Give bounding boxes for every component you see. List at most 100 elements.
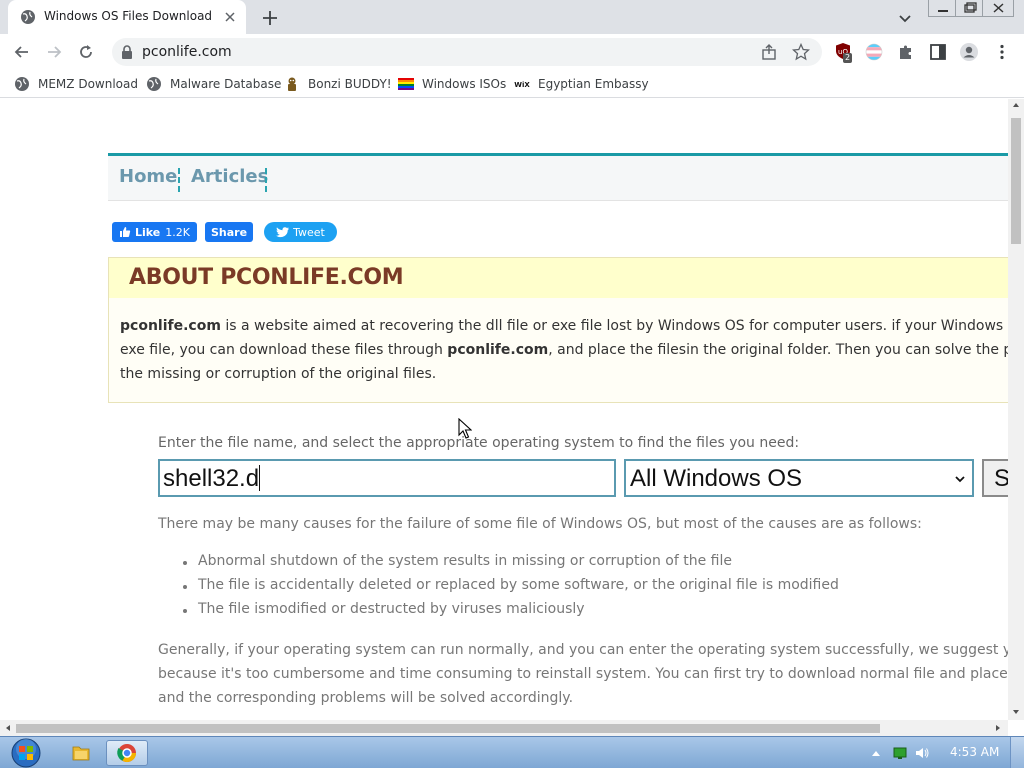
- chrome-icon: [117, 744, 136, 763]
- scroll-left-arrow-icon[interactable]: [4, 724, 12, 732]
- about-line-3: the missing or corruption of the origina…: [120, 366, 437, 382]
- list-item: The file ismodified or destructed by vir…: [198, 601, 585, 617]
- bookmark-malware-database[interactable]: Malware Database: [146, 75, 281, 93]
- puzzle-extensions-icon[interactable]: [896, 42, 916, 62]
- tweet-label: Tweet: [293, 225, 325, 239]
- nav-link-home[interactable]: Home: [119, 166, 177, 187]
- close-window-button[interactable]: [982, 0, 1014, 17]
- reload-icon[interactable]: [76, 42, 96, 62]
- mouse-cursor-icon: [458, 418, 472, 439]
- site-nav: Home Articles: [108, 153, 1008, 201]
- search-hint: Enter the file name, and select the appr…: [158, 435, 800, 451]
- browser-toolbar: pconlife.com uO 2: [0, 34, 1024, 70]
- share-icon[interactable]: [760, 43, 778, 61]
- minimize-button[interactable]: [928, 0, 956, 17]
- os-select-value: All Windows OS: [630, 465, 803, 492]
- advice-line-2: because it's too cumbersome and time con…: [158, 666, 1008, 682]
- globe-icon: [147, 77, 161, 91]
- about-heading: ABOUT PCONLIFE.COM: [129, 265, 404, 290]
- forward-arrow-icon[interactable]: [44, 42, 64, 62]
- close-tab-icon[interactable]: [222, 9, 238, 25]
- list-bullet: [183, 609, 187, 613]
- bookmark-egyptian-embassy[interactable]: WiX Egyptian Embassy: [514, 75, 649, 93]
- tab-search-chevron-icon[interactable]: [896, 9, 914, 27]
- wix-icon: WiX: [514, 81, 530, 89]
- back-arrow-icon[interactable]: [12, 42, 32, 62]
- browser-tab[interactable]: Windows OS Files Download: [8, 0, 246, 34]
- about-line-1: is a website aimed at recovering the dll…: [220, 318, 1008, 334]
- search-button-label: S: [994, 465, 1008, 492]
- search-button[interactable]: S: [982, 459, 1008, 497]
- start-button-icon[interactable]: [8, 738, 44, 768]
- bookmark-bonzi-buddy[interactable]: Bonzi BUDDY!: [284, 75, 392, 93]
- globe-icon: [21, 10, 35, 24]
- bookmark-star-icon[interactable]: [792, 43, 810, 61]
- trans-flag-extension-icon[interactable]: [864, 42, 884, 62]
- chevron-down-icon: [955, 476, 965, 483]
- scroll-up-arrow-icon[interactable]: [1012, 101, 1020, 109]
- nav-link-articles[interactable]: Articles: [191, 166, 268, 187]
- bookmark-label: Egyptian Embassy: [538, 77, 649, 91]
- taskbar-chrome[interactable]: [106, 740, 148, 766]
- about-text: pconlife.com is a website aimed at recov…: [120, 314, 1008, 386]
- tab-title: Windows OS Files Download: [44, 9, 213, 23]
- bookmark-label: Malware Database: [170, 77, 282, 91]
- bookmark-label: Windows ISOs: [422, 77, 507, 91]
- scroll-down-arrow-icon[interactable]: [1012, 708, 1020, 716]
- filename-input[interactable]: shell32.d: [158, 459, 616, 497]
- bookmark-label: MEMZ Download: [38, 77, 138, 91]
- list-item: The file is accidentally deleted or repl…: [198, 577, 839, 593]
- brand-name: pconlife.com: [447, 342, 549, 358]
- minimize-icon: [938, 10, 948, 12]
- menu-kebab-icon[interactable]: [992, 42, 1012, 62]
- address-bar[interactable]: pconlife.com: [112, 38, 822, 66]
- filename-value: shell32.d: [163, 465, 260, 492]
- svg-text:WiX: WiX: [514, 81, 530, 89]
- folder-icon: [72, 746, 90, 761]
- taskbar-clock[interactable]: 4:53 AM: [950, 745, 999, 759]
- scroll-right-arrow-icon[interactable]: [994, 724, 1002, 732]
- rainbow-flag-icon: [398, 78, 414, 90]
- causes-intro: There may be many causes for the failure…: [158, 516, 922, 532]
- nav-divider: [178, 168, 180, 192]
- vertical-scroll-thumb[interactable]: [1011, 118, 1021, 244]
- like-count: 1.2K: [165, 225, 190, 239]
- list-bullet: [183, 585, 187, 589]
- lock-icon[interactable]: [120, 44, 134, 60]
- bookmark-windows-isos[interactable]: Windows ISOs: [398, 75, 506, 93]
- show-desktop-button[interactable]: [1010, 737, 1024, 768]
- os-select[interactable]: All Windows OS: [624, 459, 974, 497]
- ublock-extension-icon[interactable]: uO 2: [834, 42, 856, 64]
- tab-strip: Windows OS Files Download: [0, 0, 1024, 34]
- about-section: ABOUT PCONLIFE.COM pconlife.com is a web…: [108, 257, 1008, 403]
- advice-line-1: Generally, if your operating system can …: [158, 642, 1008, 658]
- horizontal-scroll-thumb[interactable]: [16, 724, 880, 733]
- brand-name: pconlife.com: [120, 318, 221, 334]
- about-line-2a: exe file, you can download these files t…: [120, 342, 448, 358]
- like-label: Like: [135, 225, 161, 239]
- volume-icon[interactable]: [914, 746, 930, 760]
- profile-avatar-icon[interactable]: [959, 42, 979, 62]
- bookmark-memz-download[interactable]: MEMZ Download: [14, 75, 138, 93]
- restore-button[interactable]: [955, 0, 983, 17]
- about-line-2b: , and place the filesin the original fol…: [548, 342, 1008, 358]
- twitter-bird-icon: [276, 226, 290, 237]
- new-tab-icon[interactable]: [260, 8, 280, 28]
- url-text[interactable]: pconlife.com: [142, 44, 232, 60]
- taskbar-explorer[interactable]: [60, 740, 102, 766]
- bookmark-label: Bonzi BUDDY!: [308, 77, 392, 91]
- bookmarks-bar: MEMZ Download Malware Database Bonzi BUD…: [0, 70, 1024, 98]
- thumbs-up-icon: [120, 227, 131, 237]
- globe-icon: [15, 77, 29, 91]
- restore-icon: [964, 2, 977, 13]
- list-bullet: [183, 561, 187, 565]
- facebook-like-button[interactable]: Like 1.2K: [112, 222, 197, 242]
- show-hidden-icons-icon[interactable]: [868, 746, 884, 760]
- close-window-icon: [993, 3, 1004, 13]
- tweet-button[interactable]: Tweet: [264, 222, 337, 242]
- about-heading-bar: ABOUT PCONLIFE.COM: [109, 258, 1008, 298]
- facebook-share-button[interactable]: Share: [205, 222, 253, 242]
- side-panel-icon[interactable]: [928, 42, 948, 62]
- nav-divider: [265, 168, 267, 192]
- network-icon[interactable]: [892, 746, 908, 760]
